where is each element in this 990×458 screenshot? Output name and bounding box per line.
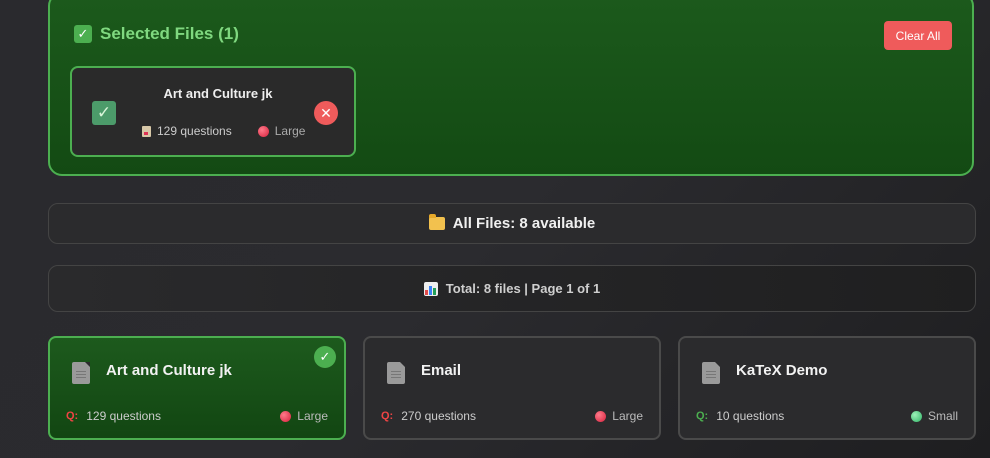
file-question-count: Q: 270 questions xyxy=(381,409,476,423)
selected-file-card: ✓ Art and Culture jk 129 questions Large… xyxy=(70,66,356,157)
checkbox-checked-icon[interactable]: ✓ xyxy=(92,101,116,125)
size-indicator-icon xyxy=(280,410,292,422)
selected-file-meta: 129 questions Large xyxy=(142,124,305,138)
document-icon xyxy=(142,125,151,137)
file-name: Email xyxy=(421,362,462,379)
file-size-label: Large xyxy=(612,409,643,423)
pagination-label: Total: 8 files | Page 1 of 1 xyxy=(445,281,601,296)
document-icon xyxy=(387,362,405,384)
file-questions: 10 questions xyxy=(716,409,785,423)
file-size-label: Small xyxy=(927,409,958,423)
file-questions: 129 questions xyxy=(86,409,161,423)
checkbox-checked-icon: ✓ xyxy=(74,25,92,43)
document-icon xyxy=(72,362,90,384)
document-icon xyxy=(702,362,720,384)
selected-check-icon: ✓ xyxy=(314,346,336,368)
file-question-count: Q: 10 questions xyxy=(696,409,784,423)
folder-icon xyxy=(428,214,445,230)
file-name: KaTeX Demo xyxy=(736,362,828,379)
file-size: Small xyxy=(910,409,958,423)
all-files-header: All Files: 8 available xyxy=(48,203,976,244)
file-question-count: Q: 129 questions xyxy=(66,409,161,423)
size-indicator-icon xyxy=(595,410,607,422)
file-questions: 270 questions xyxy=(401,409,476,423)
file-size-label: Large xyxy=(297,409,328,423)
file-card[interactable]: KaTeX Demo Q: 10 questions Small xyxy=(678,336,976,440)
selected-file-size: Large xyxy=(274,124,306,138)
file-card[interactable]: Email Q: 270 questions Large xyxy=(363,336,661,440)
selected-files-panel: ✓ Selected Files (1) Clear All ✓ Art and… xyxy=(48,0,974,176)
bar-chart-icon xyxy=(423,281,438,296)
file-name: Art and Culture jk xyxy=(106,362,232,379)
selected-files-title: Selected Files (1) xyxy=(100,24,239,43)
questions-label: Q: xyxy=(381,410,394,422)
file-card[interactable]: Art and Culture jk ✓ Q: 129 questions La… xyxy=(48,336,346,440)
selected-files-heading: ✓ Selected Files (1) xyxy=(74,24,239,44)
file-size: Large xyxy=(595,409,643,423)
questions-label: Q: xyxy=(66,410,79,422)
size-indicator-icon xyxy=(257,125,269,137)
selected-file-questions: 129 questions xyxy=(157,124,232,138)
questions-label: Q: xyxy=(696,410,709,422)
selected-file-name: Art and Culture jk xyxy=(163,86,273,101)
all-files-label: All Files: 8 available xyxy=(452,215,596,232)
clear-all-button[interactable]: Clear All xyxy=(884,21,952,50)
size-indicator-icon xyxy=(910,410,922,422)
pagination-summary: Total: 8 files | Page 1 of 1 xyxy=(48,265,976,312)
remove-file-button[interactable]: ✕ xyxy=(314,101,338,125)
file-size: Large xyxy=(280,409,328,423)
